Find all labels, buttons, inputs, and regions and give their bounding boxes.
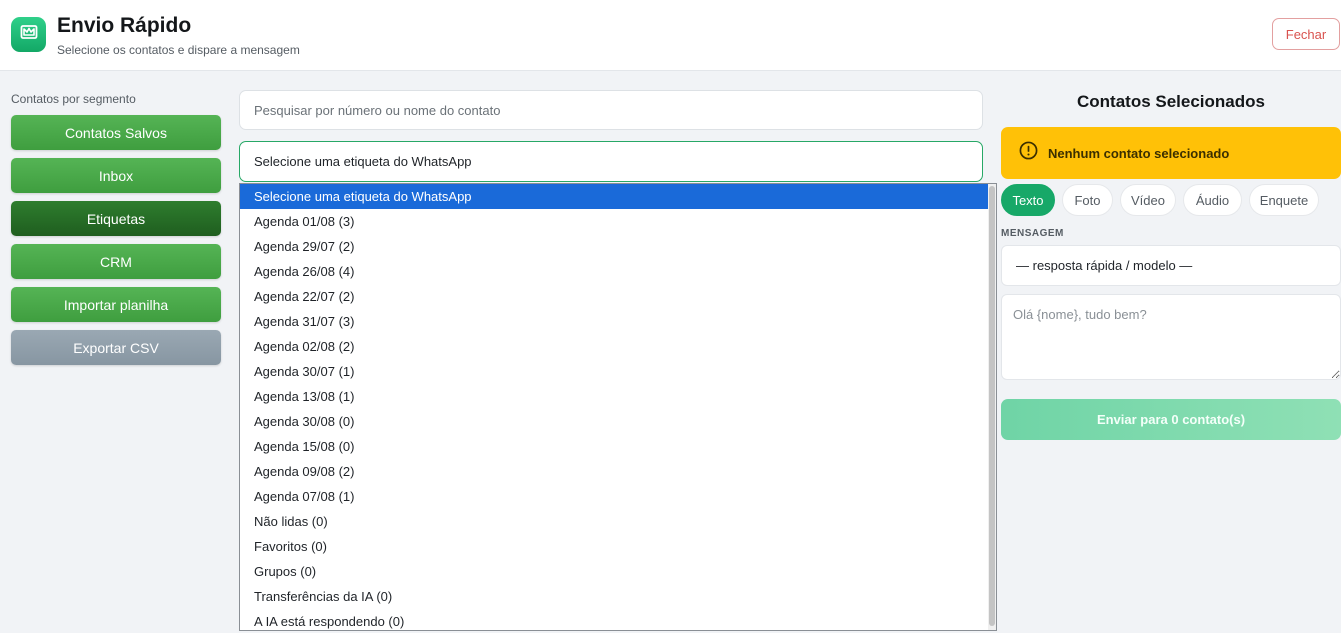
tab-video[interactable]: Vídeo xyxy=(1120,184,1176,216)
segment-contatos-salvos-button[interactable]: Contatos Salvos xyxy=(11,115,221,150)
app-logo xyxy=(11,17,46,52)
dropdown-option[interactable]: Favoritos (0) xyxy=(240,534,990,559)
app-header: Envio Rápido Selecione os contatos e dis… xyxy=(0,0,1341,71)
tab-audio[interactable]: Áudio xyxy=(1183,184,1242,216)
dropdown-option[interactable]: Agenda 22/07 (2) xyxy=(240,284,990,309)
message-textarea[interactable] xyxy=(1001,294,1341,380)
dropdown-scrollbar[interactable] xyxy=(988,184,996,630)
message-label: MENSAGEM xyxy=(1001,228,1064,239)
template-select-value: — resposta rápida / modelo — xyxy=(1016,258,1193,273)
contact-search-input[interactable] xyxy=(239,90,983,130)
dropdown-option[interactable]: Agenda 30/07 (1) xyxy=(240,359,990,384)
close-button[interactable]: Fechar xyxy=(1272,18,1340,50)
dropdown-option[interactable]: Agenda 30/08 (0) xyxy=(240,409,990,434)
dropdown-option[interactable]: Agenda 01/08 (3) xyxy=(240,209,990,234)
dropdown-option[interactable]: Transferências da IA (0) xyxy=(240,584,990,609)
dropdown-option[interactable]: Agenda 31/07 (3) xyxy=(240,309,990,334)
segment-exportar-csv-button[interactable]: Exportar CSV xyxy=(11,330,221,365)
send-button[interactable]: Enviar para 0 contato(s) xyxy=(1001,399,1341,440)
dropdown-option[interactable]: Não lidas (0) xyxy=(240,509,990,534)
selected-contacts-title: Contatos Selecionados xyxy=(1077,92,1265,111)
tab-enquete[interactable]: Enquete xyxy=(1249,184,1319,216)
whatsapp-label-select[interactable]: Selecione uma etiqueta do WhatsApp xyxy=(239,141,983,182)
segment-importar-planilha-button[interactable]: Importar planilha xyxy=(11,287,221,322)
alert-circle-icon xyxy=(1019,141,1038,165)
crown-icon xyxy=(19,23,39,46)
dropdown-option[interactable]: Agenda 26/08 (4) xyxy=(240,259,990,284)
select-value: Selecione uma etiqueta do WhatsApp xyxy=(254,154,472,169)
dropdown-option[interactable]: Agenda 07/08 (1) xyxy=(240,484,990,509)
dropdown-option[interactable]: Selecione uma etiqueta do WhatsApp xyxy=(240,184,990,209)
segments-label: Contatos por segmento xyxy=(11,92,136,106)
quick-reply-template-select[interactable]: — resposta rápida / modelo — xyxy=(1001,245,1341,286)
dropdown-option[interactable]: A IA está respondendo (0) xyxy=(240,609,990,630)
dropdown-option[interactable]: Grupos (0) xyxy=(240,559,990,584)
dropdown-option[interactable]: Agenda 13/08 (1) xyxy=(240,384,990,409)
label-dropdown-list[interactable]: Selecione uma etiqueta do WhatsApp Agend… xyxy=(239,183,997,631)
dropdown-option[interactable]: Agenda 15/08 (0) xyxy=(240,434,990,459)
segment-inbox-button[interactable]: Inbox xyxy=(11,158,221,193)
segment-etiquetas-button[interactable]: Etiquetas xyxy=(11,201,221,236)
page-subtitle: Selecione os contatos e dispare a mensag… xyxy=(57,43,300,57)
alert-text: Nenhum contato selecionado xyxy=(1048,145,1230,161)
no-contact-alert: Nenhum contato selecionado xyxy=(1001,127,1341,179)
page-title: Envio Rápido xyxy=(57,14,192,37)
tab-texto[interactable]: Texto xyxy=(1001,184,1055,216)
dropdown-option[interactable]: Agenda 29/07 (2) xyxy=(240,234,990,259)
tab-foto[interactable]: Foto xyxy=(1062,184,1113,216)
segment-crm-button[interactable]: CRM xyxy=(11,244,221,279)
dropdown-scroll-thumb[interactable] xyxy=(989,186,995,626)
dropdown-option[interactable]: Agenda 02/08 (2) xyxy=(240,334,990,359)
dropdown-option[interactable]: Agenda 09/08 (2) xyxy=(240,459,990,484)
